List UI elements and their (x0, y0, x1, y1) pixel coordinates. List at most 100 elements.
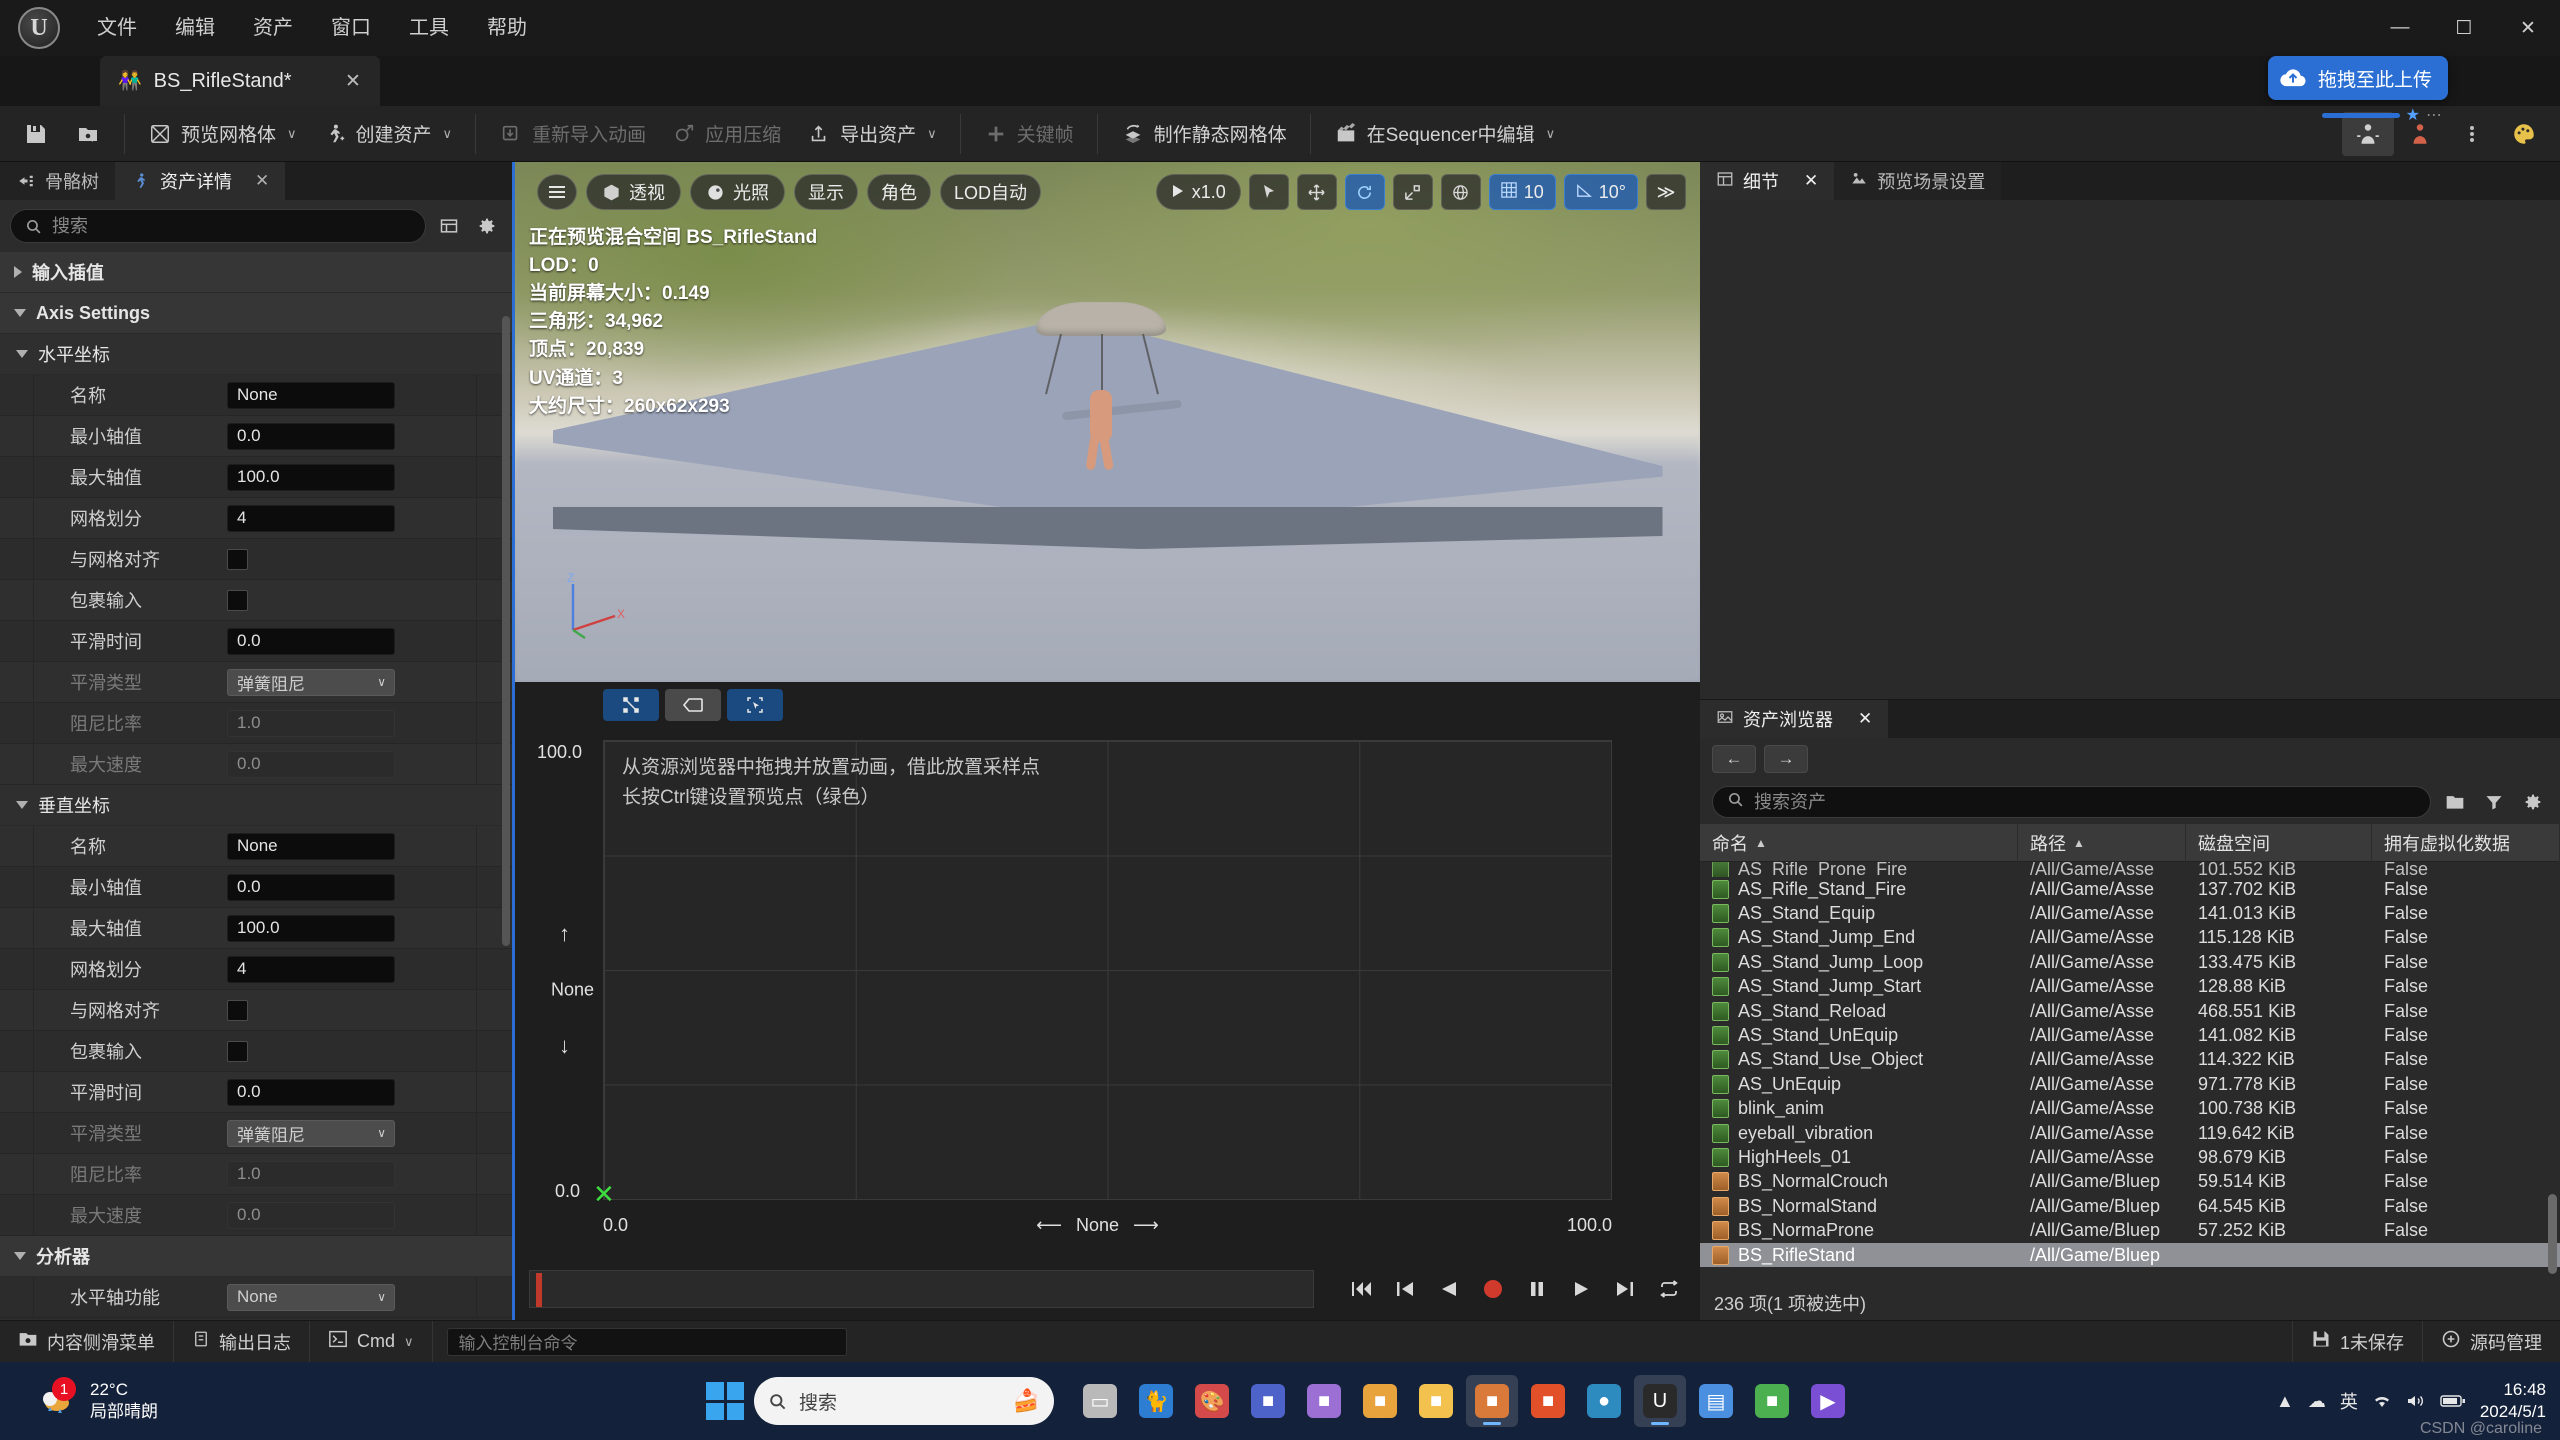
asset-row[interactable]: AS_Rifle_Stand_Fire/All/Game/Asse 137.702… (1700, 877, 2560, 901)
menu-window[interactable]: 窗口 (312, 0, 390, 56)
taskbar-weather-widget[interactable]: 1 22°C 局部晴朗 (14, 1377, 158, 1423)
property-input[interactable]: 4 (227, 955, 395, 983)
asset-row[interactable]: BS_NormalStand/All/Game/Bluep 64.545 KiB F… (1700, 1194, 2560, 1218)
asset-row[interactable]: BS_RifleStand/All/Game/Bluep (1700, 1242, 2560, 1268)
tab-skeleton-tree[interactable]: 骨骼树 (0, 162, 115, 200)
close-icon[interactable]: ✕ (338, 66, 368, 96)
property-row[interactable]: 最大速度 0.0 (0, 1194, 512, 1236)
property-input[interactable]: 100.0 (227, 914, 395, 942)
ime-icon[interactable]: 英 (2340, 1388, 2358, 1414)
column-header-virtualized[interactable]: 拥有虚拟化数据 (2372, 823, 2560, 862)
tab-details[interactable]: 细节 ✕ (1700, 162, 1835, 200)
property-input[interactable]: None (227, 381, 395, 409)
notes-icon[interactable]: ▤ (1690, 1375, 1742, 1427)
asset-row[interactable]: HighHeels_01/All/Game/Asse 98.679 KiB Fals… (1700, 1145, 2560, 1169)
property-input[interactable]: 0.0 (227, 873, 395, 901)
minimize-button[interactable]: — (2368, 0, 2432, 56)
explorer-icon[interactable]: ■ (1410, 1375, 1462, 1427)
details-panel-content[interactable] (1700, 200, 2560, 700)
nav-forward-button[interactable]: → (1764, 745, 1808, 773)
document-tab-blendspace[interactable]: 👫 BS_RifleStand* ✕ (100, 56, 380, 106)
filter-icon[interactable] (2479, 787, 2509, 817)
column-header-name[interactable]: 命名 ▲ (1700, 823, 2018, 862)
menu-tools[interactable]: 工具 (390, 0, 468, 56)
property-checkbox[interactable] (227, 1040, 248, 1062)
property-row[interactable]: 最小轴值 0.0 (0, 415, 512, 457)
property-row[interactable]: 与网格对齐 (0, 989, 512, 1031)
timeline-track[interactable] (529, 1270, 1314, 1308)
asset-row[interactable]: AS_Stand_Use_Object/All/Game/Asse 114.322… (1700, 1048, 2560, 1072)
volume-icon[interactable] (2406, 1393, 2426, 1409)
close-icon[interactable]: ✕ (1858, 709, 1872, 729)
source-control-button[interactable]: 源码管理 (2422, 1320, 2560, 1363)
tab-preview-scene-settings[interactable]: 预览场景设置 (1834, 162, 2002, 200)
cmd-button[interactable]: Cmd ∨ (310, 1320, 433, 1363)
details-search-box[interactable] (10, 209, 426, 243)
property-dropdown[interactable]: 弹簧阻尼 ∨ (227, 668, 395, 696)
excel-icon[interactable]: ■ (1354, 1375, 1406, 1427)
asset-list[interactable]: AS_Rifle_Prone_Fire/All/Game/Asse 101.552… (1700, 862, 2560, 1286)
tab-asset-browser[interactable]: 资产浏览器 ✕ (1700, 700, 1889, 738)
cursor-icon[interactable] (1248, 174, 1289, 210)
make-static-mesh-button[interactable]: 制作静态网格体 (1108, 112, 1300, 156)
unsaved-button[interactable]: 1未保存 (2291, 1320, 2422, 1363)
select-samples-icon[interactable] (603, 689, 659, 721)
property-dropdown[interactable]: None ∨ (227, 1283, 395, 1311)
hamburger-icon[interactable] (537, 174, 577, 210)
play-icon[interactable] (1564, 1272, 1598, 1306)
property-row[interactable]: 平滑时间 0.0 (0, 620, 512, 662)
maximize-button[interactable]: ☐ (2432, 0, 2496, 56)
record-icon[interactable] (1476, 1272, 1510, 1306)
property-category[interactable]: 输入插值 (0, 252, 512, 293)
upload-tooltip[interactable]: 拖拽至此上传 (2267, 56, 2448, 100)
grid-snap-button[interactable]: 10 (1488, 174, 1556, 210)
property-row[interactable]: 阻尼比率 1.0 (0, 1153, 512, 1195)
expand-icon[interactable]: ≫ (1646, 174, 1686, 210)
console-command-input[interactable]: 输入控制台命令 (446, 1327, 847, 1356)
property-row[interactable]: 与网格对齐 (0, 538, 512, 580)
scale-icon[interactable] (1392, 174, 1433, 210)
asset-row[interactable]: BS_NormaProne/All/Game/Bluep 57.252 KiB Fa… (1700, 1218, 2560, 1242)
keyframe-button[interactable]: 关键帧 (971, 112, 1087, 156)
asset-row[interactable]: AS_Stand_Jump_Start/All/Game/Asse 128.88 … (1700, 975, 2560, 999)
tab-asset-details[interactable]: 资产详情 ✕ (115, 162, 286, 200)
asset-row[interactable]: AS_Stand_Reload/All/Game/Asse 468.551 KiB… (1700, 999, 2560, 1023)
property-row[interactable]: 最大速度 0.0 (0, 743, 512, 785)
angle-snap-button[interactable]: 10° (1563, 174, 1638, 210)
property-row[interactable]: 包裹输入 (0, 579, 512, 621)
property-input[interactable]: 4 (227, 504, 395, 532)
paint-icon[interactable] (2498, 112, 2550, 156)
property-row[interactable]: 网格划分 4 (0, 948, 512, 990)
property-input[interactable]: 1.0 (227, 1160, 395, 1188)
property-row[interactable]: 包裹输入 (0, 1030, 512, 1072)
property-checkbox[interactable] (227, 548, 248, 570)
property-row[interactable]: 水平轴功能 None ∨ (0, 1276, 512, 1318)
property-checkbox[interactable] (227, 999, 248, 1021)
preview-mesh-button[interactable]: 预览网格体 ∨ (135, 112, 310, 156)
property-input[interactable]: 0.0 (227, 1078, 395, 1106)
property-input[interactable]: 0.0 (227, 422, 395, 450)
widgets-icon[interactable]: 🐈 (1130, 1375, 1182, 1427)
property-row[interactable]: 平滑时间 0.0 (0, 1071, 512, 1113)
details-search-input[interactable] (52, 215, 411, 237)
asset-search-input[interactable] (1754, 791, 2416, 813)
media-icon[interactable]: ▶ (1802, 1375, 1854, 1427)
more-icon[interactable]: ⋯ (2426, 105, 2442, 125)
column-header-disk-space[interactable]: 磁盘空间 (2186, 823, 2372, 862)
cloud-icon[interactable]: ☁ (2308, 1391, 2326, 1412)
property-dropdown[interactable]: 弹簧阻尼 ∨ (227, 1119, 395, 1147)
asset-row[interactable]: AS_Stand_Equip/All/Game/Asse 141.013 KiB F… (1700, 901, 2560, 925)
property-row[interactable]: 最大轴值 100.0 (0, 907, 512, 949)
nav-back-button[interactable]: ← (1712, 745, 1756, 773)
rotate-icon[interactable] (1344, 174, 1385, 210)
globe-icon[interactable] (1440, 174, 1481, 210)
more-icon[interactable] (2446, 112, 2498, 156)
prev-frame-icon[interactable] (1388, 1272, 1422, 1306)
browse-icon[interactable] (62, 112, 114, 156)
battery-icon[interactable] (2440, 1394, 2466, 1408)
details-scrollbar[interactable] (502, 316, 510, 946)
wifi-icon[interactable] (2372, 1393, 2392, 1409)
viewport-playrate-button[interactable]: x1.0 (1155, 174, 1241, 210)
asset-search-box[interactable] (1712, 786, 2431, 818)
apply-compression-button[interactable]: 应用压缩 (659, 112, 794, 156)
